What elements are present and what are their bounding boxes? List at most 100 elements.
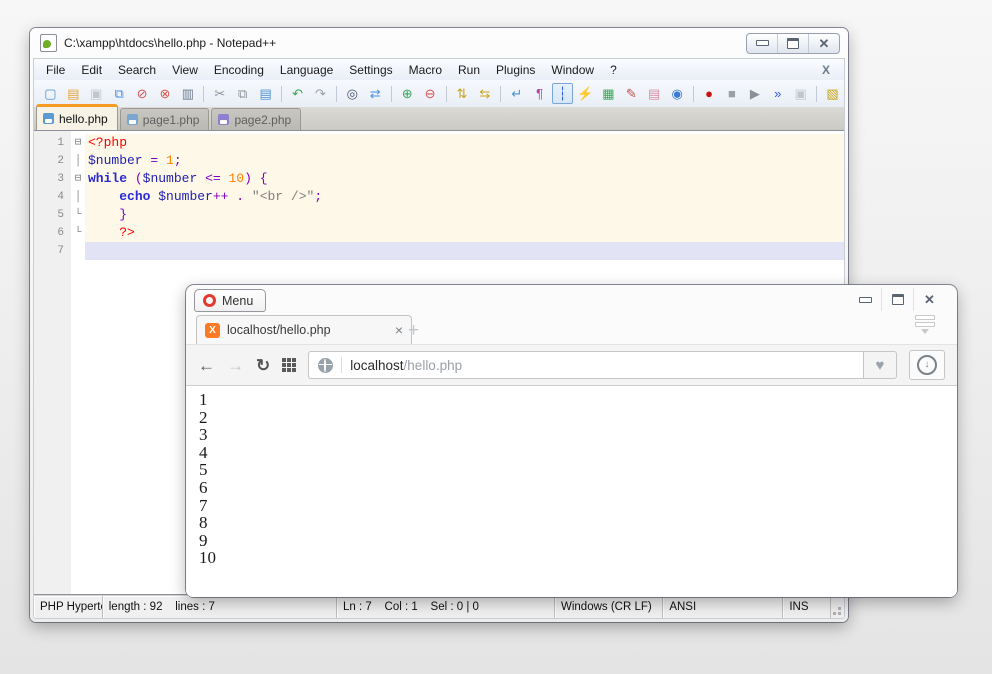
close-all-icon[interactable]: ⊗ xyxy=(155,83,176,104)
menu-item-edit[interactable]: Edit xyxy=(73,61,110,79)
close-button[interactable]: ✕ xyxy=(913,288,945,311)
downloads-button[interactable]: ↓ xyxy=(909,350,945,380)
function-list-icon[interactable]: ✎ xyxy=(621,83,642,104)
document-tab-page1-php[interactable]: page1.php xyxy=(120,108,210,130)
copy-icon[interactable]: ⧉ xyxy=(232,83,253,104)
fold-marker-line: │ xyxy=(71,152,85,170)
redo-icon[interactable]: ↷ xyxy=(310,83,331,104)
save-file-icon[interactable]: ▣ xyxy=(86,83,107,104)
menu-item-encoding[interactable]: Encoding xyxy=(206,61,272,79)
macro-play-icon[interactable]: ▶ xyxy=(744,83,765,104)
back-button[interactable]: ← xyxy=(198,357,215,374)
zoom-in-icon[interactable]: ⊕ xyxy=(397,83,418,104)
tab-menu-icon[interactable] xyxy=(915,315,935,338)
address-bar[interactable]: localhost /hello.php xyxy=(308,351,863,379)
monitoring-eye-icon[interactable]: ◉ xyxy=(667,83,688,104)
show-all-characters-icon[interactable]: ¶ xyxy=(529,83,550,104)
menu-item-search[interactable]: Search xyxy=(110,61,164,79)
close-button[interactable]: ✕ xyxy=(808,34,839,53)
address-separator xyxy=(341,357,342,373)
code-line: ?> xyxy=(85,224,844,242)
status-cell-2: Ln : 7 Col : 1 Sel : 0 | 0 xyxy=(337,596,555,618)
resize-grip[interactable] xyxy=(831,596,844,618)
fold-marker-end: └ xyxy=(71,206,85,224)
menu-item-language[interactable]: Language xyxy=(272,61,341,79)
toolbar-separator xyxy=(203,86,204,102)
save-state-icon xyxy=(218,114,229,125)
menu-item-settings[interactable]: Settings xyxy=(341,61,400,79)
output-line: 4 xyxy=(199,444,957,462)
output-line: 10 xyxy=(199,549,957,567)
new-tab-button[interactable]: + xyxy=(408,321,419,340)
find-icon[interactable]: ◎ xyxy=(342,83,363,104)
close-file-icon[interactable]: ⊘ xyxy=(132,83,153,104)
line-number: 7 xyxy=(34,242,71,260)
speed-dial-icon[interactable] xyxy=(282,358,286,362)
code-line: while ($number <= 10) { xyxy=(85,170,844,188)
cut-icon[interactable]: ✂ xyxy=(209,83,230,104)
notepadpp-titlebar[interactable]: C:\xampp\htdocs\hello.php - Notepad++ ✕ xyxy=(30,28,848,58)
maximize-icon xyxy=(892,294,904,305)
open-containing-folder-icon[interactable]: ▧ xyxy=(822,83,843,104)
maximize-button[interactable] xyxy=(777,34,808,53)
fold-margin[interactable]: ⊟│⊟│└└ xyxy=(71,131,85,594)
status-cell-0: PHP Hyperte xyxy=(34,596,103,618)
maximize-button[interactable] xyxy=(881,288,913,311)
document-tab-label: hello.php xyxy=(59,112,108,126)
forward-button[interactable]: → xyxy=(227,357,244,374)
sync-vertical-scroll-icon[interactable]: ⇅ xyxy=(452,83,473,104)
reload-button[interactable]: ↻ xyxy=(256,357,270,374)
line-number: 2 xyxy=(34,152,71,170)
document-tab-hello-php[interactable]: hello.php xyxy=(36,104,118,130)
menu-item-macro[interactable]: Macro xyxy=(401,61,450,79)
minimize-button[interactable] xyxy=(747,34,777,53)
menu-item-run[interactable]: Run xyxy=(450,61,488,79)
menu-item-window[interactable]: Window xyxy=(543,61,602,79)
open-file-icon[interactable]: ▤ xyxy=(63,83,84,104)
new-file-icon[interactable]: ▢ xyxy=(40,83,61,104)
macro-record-icon[interactable]: ● xyxy=(699,83,720,104)
menu-item-view[interactable]: View xyxy=(164,61,206,79)
bookmark-heart-button[interactable]: ♥ xyxy=(863,351,897,379)
save-all-icon[interactable]: ⧉ xyxy=(109,83,130,104)
fold-marker-box[interactable]: ⊟ xyxy=(71,134,85,152)
zoom-out-icon[interactable]: ⊖ xyxy=(420,83,441,104)
menu-item-file[interactable]: File xyxy=(38,61,73,79)
minimize-icon xyxy=(859,297,872,303)
download-icon: ↓ xyxy=(917,355,937,375)
replace-icon[interactable]: ⇄ xyxy=(365,83,386,104)
url-host: localhost xyxy=(350,358,403,373)
document-tab-label: page2.php xyxy=(234,113,291,127)
browser-toolbar: ← → ↻ localhost /hello.php ♥ ↓ xyxy=(186,344,957,386)
opera-window-buttons: ✕ xyxy=(850,288,945,311)
paste-icon[interactable]: ▤ xyxy=(255,83,276,104)
fold-marker-box[interactable]: ⊟ xyxy=(71,170,85,188)
document-tab-page2-php[interactable]: page2.php xyxy=(211,108,301,130)
macro-stop-icon[interactable]: ■ xyxy=(721,83,742,104)
user-defined-language-icon[interactable]: ⚡ xyxy=(575,83,596,104)
macro-save-icon[interactable]: ▣ xyxy=(790,83,811,104)
output-line: 3 xyxy=(199,426,957,444)
folder-as-workspace-icon[interactable]: ▤ xyxy=(644,83,665,104)
status-cell-4: ANSI xyxy=(663,596,783,618)
sync-horizontal-scroll-icon[interactable]: ⇆ xyxy=(474,83,495,104)
opera-menu-button[interactable]: Menu xyxy=(194,289,266,312)
toolbar: ▢▤▣⧉⊘⊗▥✂⧉▤↶↷◎⇄⊕⊖⇅⇆↵¶┆⚡▦✎▤◉●■▶»▣▧ xyxy=(34,80,844,107)
menubar-close-icon[interactable]: X xyxy=(808,63,844,77)
macro-run-multiple-icon[interactable]: » xyxy=(767,83,788,104)
menu-item-[interactable]: ? xyxy=(602,61,625,79)
undo-icon[interactable]: ↶ xyxy=(287,83,308,104)
page-content[interactable]: 12345678910 xyxy=(186,386,957,597)
print-icon[interactable]: ▥ xyxy=(177,83,198,104)
menu-item-plugins[interactable]: Plugins xyxy=(488,61,543,79)
browser-tab[interactable]: X localhost/hello.php × xyxy=(196,315,412,344)
show-indent-guide-icon[interactable]: ┆ xyxy=(552,83,573,104)
word-wrap-icon[interactable]: ↵ xyxy=(506,83,527,104)
tab-close-icon[interactable]: × xyxy=(395,323,403,337)
minimize-button[interactable] xyxy=(850,288,881,311)
line-number: 4 xyxy=(34,188,71,206)
toolbar-separator xyxy=(446,86,447,102)
code-line: } xyxy=(85,206,844,224)
opera-titlebar[interactable]: Menu ✕ xyxy=(186,285,957,313)
document-map-icon[interactable]: ▦ xyxy=(598,83,619,104)
